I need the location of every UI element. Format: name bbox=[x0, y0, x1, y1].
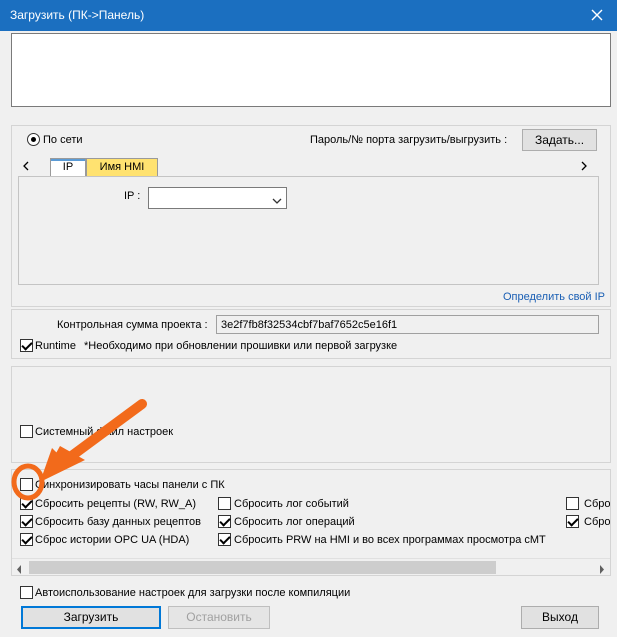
set-password-button[interactable]: Задать... bbox=[522, 129, 597, 151]
runtime-checkbox[interactable] bbox=[20, 339, 33, 352]
reset-extra-1-label: Сбро bbox=[584, 498, 610, 510]
tab-content-panel bbox=[18, 176, 599, 285]
reset-operation-log-checkbox[interactable] bbox=[218, 515, 231, 528]
reset-extra-2-checkbox[interactable] bbox=[566, 515, 579, 528]
options-col3-clip: Сбро Сбро bbox=[565, 493, 610, 533]
scroll-left-icon[interactable] bbox=[16, 563, 22, 577]
log-output-box[interactable] bbox=[11, 33, 611, 107]
stop-button[interactable]: Остановить bbox=[168, 606, 270, 629]
ip-dropdown[interactable] bbox=[148, 187, 287, 209]
exit-button[interactable]: Выход bbox=[521, 606, 599, 629]
title-bar[interactable]: Загрузить (ПК->Панель) bbox=[0, 0, 617, 31]
scroll-right-icon[interactable] bbox=[599, 563, 605, 577]
reset-prw-label: Сбросить PRW на HMI и во всех программах… bbox=[234, 534, 546, 546]
options-horizontal-scrollbar[interactable] bbox=[12, 558, 610, 575]
define-own-ip-link[interactable]: Определить свой IP bbox=[503, 291, 605, 303]
download-button[interactable]: Загрузить bbox=[21, 606, 161, 629]
by-network-radio[interactable] bbox=[27, 133, 40, 146]
auto-use-checkbox[interactable] bbox=[20, 586, 33, 599]
close-icon[interactable] bbox=[587, 5, 607, 25]
checksum-field: 3e2f7fb8f32534cbf7baf7652c5e16f1 bbox=[216, 315, 599, 334]
runtime-note: *Необходимо при обновлении прошивки или … bbox=[84, 340, 398, 352]
tab-ip-label: IP bbox=[62, 161, 74, 173]
checksum-label: Контрольная сумма проекта : bbox=[57, 319, 208, 331]
tab-ip[interactable]: IP bbox=[50, 158, 86, 176]
tab-hmi-name[interactable]: Имя HMI bbox=[86, 158, 158, 176]
reset-operation-log-label: Сбросить лог операций bbox=[234, 516, 355, 528]
reset-opcua-history-label: Сброс истории OPC UA (HDA) bbox=[35, 534, 190, 546]
auto-use-label: Автоиспользование настроек для загрузки … bbox=[35, 587, 351, 599]
annotation-arrow-icon bbox=[11, 399, 147, 501]
reset-event-log-label: Сбросить лог событий bbox=[234, 498, 349, 510]
by-network-label: По сети bbox=[43, 134, 83, 146]
reset-opcua-history-checkbox[interactable] bbox=[20, 533, 33, 546]
reset-prw-checkbox[interactable] bbox=[218, 533, 231, 546]
reset-extra-2-label: Сбро bbox=[584, 516, 610, 528]
tab-scroll-left-icon[interactable] bbox=[22, 160, 30, 174]
tab-hmi-name-label: Имя HMI bbox=[99, 161, 145, 173]
window-title: Загрузить (ПК->Панель) bbox=[10, 8, 145, 22]
password-port-label: Пароль/№ порта загрузить/выгрузить : bbox=[310, 134, 508, 146]
reset-event-log-checkbox[interactable] bbox=[218, 497, 231, 510]
runtime-label: Runtime bbox=[35, 340, 76, 352]
reset-extra-1-checkbox[interactable] bbox=[566, 497, 579, 510]
ip-label: IP : bbox=[124, 190, 141, 202]
checksum-value: 3e2f7fb8f32534cbf7baf7652c5e16f1 bbox=[221, 319, 398, 331]
tab-scroll-right-icon[interactable] bbox=[580, 160, 588, 174]
chevron-down-icon bbox=[272, 194, 282, 208]
scrollbar-thumb[interactable] bbox=[29, 561, 496, 574]
